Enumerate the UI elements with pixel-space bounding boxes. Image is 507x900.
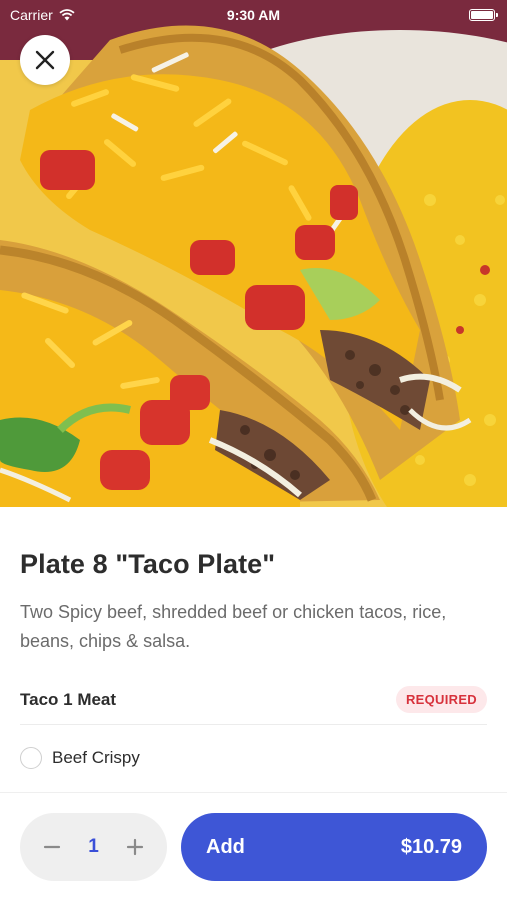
option-group-header: Taco 1 Meat REQUIRED [20, 686, 487, 725]
price-label: $10.79 [400, 835, 462, 858]
option-label: Beef Crispy [52, 748, 140, 767]
quantity-value: 1 [88, 836, 99, 857]
add-to-cart-button[interactable]: Add $10.79 [181, 813, 487, 881]
decrement-button[interactable] [40, 835, 64, 859]
item-details: Plate 8 "Taco Plate" Two Spicy beef, shr… [0, 507, 507, 769]
item-title: Plate 8 "Taco Plate" [20, 549, 276, 579]
close-button[interactable] [20, 35, 70, 85]
carrier-label: Carrier [10, 7, 53, 23]
option-group-title: Taco 1 Meat [20, 689, 117, 709]
checkout-bar: 1 Add $10.79 [0, 792, 507, 900]
plus-icon [126, 838, 144, 856]
minus-icon [43, 845, 61, 849]
required-badge: REQUIRED [395, 686, 487, 713]
wifi-icon [59, 9, 75, 21]
add-label: Add [206, 835, 245, 858]
option-beef-crispy[interactable]: Beef Crispy [20, 747, 487, 769]
status-bar: Carrier 9:30 AM [0, 0, 507, 30]
quantity-stepper: 1 [20, 813, 167, 881]
close-icon [35, 50, 55, 70]
battery-icon [469, 9, 498, 21]
increment-button[interactable] [123, 835, 147, 859]
item-description: Two Spicy beef, shredded beef or chicken… [20, 602, 447, 651]
food-photo [0, 0, 507, 507]
radio-button[interactable] [20, 747, 42, 769]
clock: 9:30 AM [226, 7, 281, 23]
